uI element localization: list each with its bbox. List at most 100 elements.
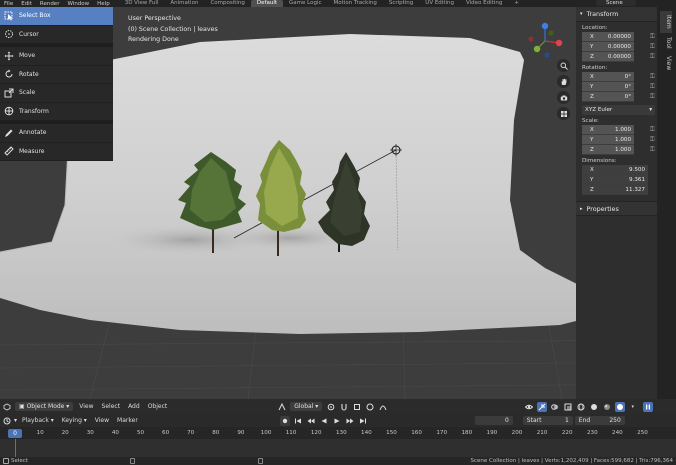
- tab-video-editing[interactable]: Video Editing: [460, 0, 508, 7]
- header-menu-select[interactable]: Select: [98, 403, 125, 410]
- snap-target-icon[interactable]: [352, 402, 362, 412]
- location-y-field[interactable]: Y 0.00000 ⚿: [582, 42, 655, 52]
- tool-measure[interactable]: Measure: [0, 143, 113, 161]
- lock-icon[interactable]: ⚿: [650, 52, 655, 62]
- camera-icon[interactable]: [557, 91, 570, 104]
- timeline-menu-playback[interactable]: Playback ▾: [18, 417, 58, 424]
- tab-default[interactable]: Default: [250, 0, 284, 7]
- proportional-edit-icon[interactable]: [365, 402, 375, 412]
- timeline-menu-view[interactable]: View: [91, 417, 113, 424]
- tab-3d-view-full[interactable]: 3D View Full: [119, 0, 165, 7]
- shading-wireframe-icon[interactable]: [576, 402, 586, 412]
- tab-item[interactable]: Item: [660, 11, 672, 33]
- timeline-track-area[interactable]: [0, 439, 676, 457]
- x-axis-icon[interactable]: [555, 39, 563, 47]
- grid-view-icon[interactable]: [557, 107, 570, 120]
- menu-render[interactable]: Render: [36, 1, 64, 7]
- rotation-mode-select[interactable]: XYZ Euler ▾: [582, 105, 655, 115]
- header-menu-view[interactable]: View: [75, 403, 97, 410]
- shading-material-icon[interactable]: [602, 402, 612, 412]
- overlays-icon[interactable]: [550, 402, 560, 412]
- lock-icon[interactable]: ⚿: [650, 92, 655, 102]
- shading-rendered-icon[interactable]: [614, 401, 625, 412]
- scene-selector[interactable]: Scene: [596, 0, 636, 6]
- properties-panel-header[interactable]: ▸ Properties: [576, 201, 657, 216]
- tool-select-box[interactable]: Select Box: [0, 7, 113, 26]
- scale-x-field[interactable]: X 1.000 ⚿: [582, 125, 655, 135]
- editor-type-icon[interactable]: [2, 402, 12, 412]
- tab-uv-editing[interactable]: UV Editing: [419, 0, 460, 7]
- record-icon[interactable]: [280, 415, 291, 426]
- timeline-editor-icon[interactable]: [2, 416, 12, 426]
- header-menu-object[interactable]: Object: [144, 403, 172, 410]
- prev-keyframe-icon[interactable]: [306, 416, 316, 426]
- tool-move[interactable]: Move: [0, 47, 113, 66]
- tab-tool[interactable]: Tool: [660, 33, 672, 53]
- dimension-y-field[interactable]: Y 9.361: [582, 175, 648, 185]
- snap-icon[interactable]: [339, 402, 349, 412]
- menu-window[interactable]: Window: [63, 1, 93, 7]
- rotation-z-field[interactable]: Z 0° ⚿: [582, 92, 655, 102]
- jump-start-icon[interactable]: [293, 416, 303, 426]
- menu-help[interactable]: Help: [93, 1, 114, 7]
- next-keyframe-icon[interactable]: [345, 416, 355, 426]
- y-axis-icon[interactable]: [533, 45, 541, 53]
- end-frame-field[interactable]: End 250: [574, 416, 625, 425]
- pause-render-icon[interactable]: [643, 401, 654, 412]
- dimension-x-field[interactable]: X 9.500: [582, 165, 648, 175]
- play-icon[interactable]: [332, 416, 342, 426]
- timeline-menu-marker[interactable]: Marker: [113, 417, 142, 424]
- tab-game-logic[interactable]: Game Logic: [283, 0, 328, 7]
- pivot-point-icon[interactable]: [326, 402, 336, 412]
- tab-motion-tracking[interactable]: Motion Tracking: [328, 0, 383, 7]
- shading-solid-icon[interactable]: [589, 402, 599, 412]
- start-frame-field[interactable]: Start 1: [522, 416, 573, 425]
- gizmo-toggle-icon[interactable]: [536, 401, 547, 412]
- lock-icon[interactable]: ⚿: [650, 145, 655, 155]
- menu-file[interactable]: File: [0, 1, 17, 7]
- mode-select[interactable]: ▣ Object Mode ▾: [15, 402, 74, 411]
- tab-scripting[interactable]: Scripting: [383, 0, 419, 7]
- xray-icon[interactable]: [563, 402, 573, 412]
- falloff-icon[interactable]: [378, 402, 388, 412]
- tool-cursor[interactable]: Cursor: [0, 26, 113, 44]
- lock-icon[interactable]: ⚿: [650, 82, 655, 92]
- menu-edit[interactable]: Edit: [17, 1, 36, 7]
- scale-y-field[interactable]: Y 1.000 ⚿: [582, 135, 655, 145]
- navigation-gizmo[interactable]: [525, 21, 565, 61]
- rotation-y-field[interactable]: Y 0° ⚿: [582, 82, 655, 92]
- lock-icon[interactable]: ⚿: [650, 42, 655, 52]
- tool-annotate[interactable]: Annotate: [0, 124, 113, 143]
- dimension-z-field[interactable]: Z 11.327: [582, 185, 648, 195]
- tab-animation[interactable]: Animation: [164, 0, 204, 7]
- tab-compositing[interactable]: Compositing: [204, 0, 250, 7]
- location-z-field[interactable]: Z 0.00000 ⚿: [582, 52, 655, 62]
- pan-hand-icon[interactable]: [557, 75, 570, 88]
- tool-scale[interactable]: Scale: [0, 84, 113, 103]
- tool-rotate[interactable]: Rotate: [0, 66, 113, 84]
- visibility-icon[interactable]: [524, 402, 534, 412]
- lock-icon[interactable]: ⚿: [650, 125, 655, 135]
- transform-orientation-select[interactable]: Global ▾: [290, 402, 323, 411]
- timeline-menu-keying[interactable]: Keying ▾: [58, 417, 91, 424]
- add-workspace-button[interactable]: +: [508, 0, 525, 7]
- timeline-ruler[interactable]: 10 20 30 40 50 60 70 80 90 100 110 120 130 140 150 160 1…: [0, 427, 676, 439]
- header-menu-add[interactable]: Add: [124, 403, 144, 410]
- location-x-field[interactable]: X 0.00000 ⚿: [582, 32, 655, 42]
- lock-icon[interactable]: ⚿: [650, 72, 655, 82]
- playhead-frame-indicator[interactable]: 0: [8, 429, 22, 438]
- scale-z-field[interactable]: Z 1.000 ⚿: [582, 145, 655, 155]
- current-frame-field[interactable]: 0: [474, 416, 513, 425]
- transform-panel-header[interactable]: ▾ Transform: [576, 7, 657, 22]
- zoom-icon[interactable]: [557, 59, 570, 72]
- lock-icon[interactable]: ⚿: [650, 32, 655, 42]
- tab-view[interactable]: View: [660, 53, 672, 73]
- jump-end-icon[interactable]: [358, 416, 368, 426]
- play-reverse-icon[interactable]: [319, 416, 329, 426]
- shading-options-icon[interactable]: ▾: [628, 402, 638, 412]
- lock-icon[interactable]: ⚿: [650, 135, 655, 145]
- ruler-tick-label: 70: [187, 430, 195, 436]
- tool-transform[interactable]: Transform: [0, 103, 113, 121]
- rotation-x-field[interactable]: X 0° ⚿: [582, 72, 655, 82]
- z-axis-icon[interactable]: [541, 22, 549, 30]
